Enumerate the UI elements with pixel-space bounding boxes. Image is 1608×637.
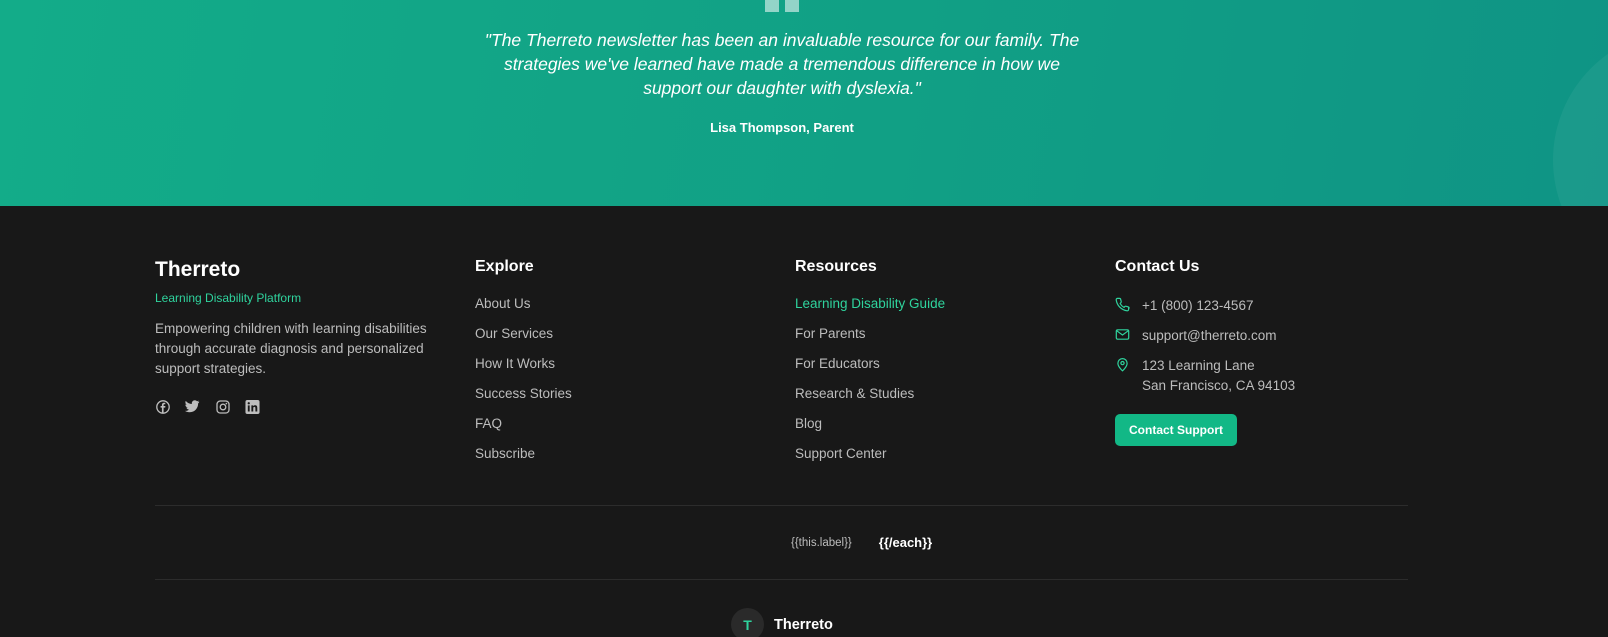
- site-footer: Therreto Learning Disability Platform Em…: [0, 206, 1608, 637]
- footer-divider-bottom: [155, 579, 1408, 580]
- contact-email-row: support@therreto.com: [1115, 326, 1295, 356]
- footer-bottom-brand[interactable]: T Therreto: [731, 608, 833, 637]
- phone-icon: [1115, 297, 1131, 313]
- contact-heading: Contact Us: [1115, 258, 1200, 275]
- testimonial-author: Lisa Thompson, Parent: [710, 120, 854, 135]
- footer-link-about-us[interactable]: About Us: [475, 296, 572, 326]
- testimonial-quote: "The Therreto newsletter has been an inv…: [484, 30, 1080, 98]
- footer-brand-tagline: Learning Disability Platform: [155, 291, 302, 305]
- footer-link-research-studies[interactable]: Research & Studies: [795, 386, 945, 416]
- footer-link-learning-disability-guide[interactable]: Learning Disability Guide: [795, 296, 945, 326]
- footer-contact-column: Contact Us +1 (800) 123-4567 support@the…: [1115, 258, 1295, 446]
- instagram-icon[interactable]: [215, 399, 230, 414]
- twitter-icon[interactable]: [185, 399, 200, 414]
- resources-heading: Resources: [795, 258, 877, 275]
- bottom-nav-item[interactable]: {{this.label}}: [791, 537, 852, 549]
- contact-address-row: 123 Learning Lane San Francisco, CA 9410…: [1115, 356, 1295, 406]
- mail-icon: [1115, 327, 1131, 343]
- footer-link-success-stories[interactable]: Success Stories: [475, 386, 572, 416]
- footer-brand-column: Therreto Learning Disability Platform Em…: [155, 258, 440, 414]
- contact-support-button[interactable]: Contact Support: [1115, 414, 1237, 446]
- footer-link-how-it-works[interactable]: How It Works: [475, 356, 572, 386]
- address-line-1: 123 Learning Lane: [1142, 358, 1255, 373]
- footer-link-support-center[interactable]: Support Center: [795, 446, 945, 476]
- contact-address: 123 Learning Lane San Francisco, CA 9410…: [1142, 356, 1295, 396]
- footer-bottom-nav: {{this.label}} {{/each}}: [791, 535, 932, 550]
- footer-link-faq[interactable]: FAQ: [475, 416, 572, 446]
- quote-icon: [765, 0, 799, 12]
- footer-link-blog[interactable]: Blog: [795, 416, 945, 446]
- footer-link-for-educators[interactable]: For Educators: [795, 356, 945, 386]
- footer-brand-description: Empowering children with learning disabi…: [155, 321, 427, 376]
- testimonial-section: "The Therreto newsletter has been an inv…: [0, 0, 1608, 206]
- bottom-nav-template-close: {{/each}}: [878, 535, 933, 550]
- linkedin-icon[interactable]: [245, 399, 260, 414]
- resources-links: Learning Disability Guide For Parents Fo…: [795, 296, 945, 476]
- address-line-2: San Francisco, CA 94103: [1142, 378, 1296, 393]
- footer-link-for-parents[interactable]: For Parents: [795, 326, 945, 356]
- facebook-icon[interactable]: [155, 399, 170, 414]
- brand-logo: T: [731, 608, 764, 637]
- map-pin-icon: [1115, 357, 1131, 373]
- social-links: [155, 399, 440, 414]
- explore-links: About Us Our Services How It Works Succe…: [475, 296, 572, 476]
- contact-phone[interactable]: +1 (800) 123-4567: [1142, 296, 1253, 316]
- explore-heading: Explore: [475, 258, 534, 275]
- footer-explore-column: Explore About Us Our Services How It Wor…: [475, 258, 572, 476]
- contact-email[interactable]: support@therreto.com: [1142, 326, 1277, 346]
- footer-link-our-services[interactable]: Our Services: [475, 326, 572, 356]
- footer-resources-column: Resources Learning Disability Guide For …: [795, 258, 945, 476]
- contact-phone-row: +1 (800) 123-4567: [1115, 296, 1295, 326]
- footer-divider-top: [155, 505, 1408, 506]
- footer-link-subscribe[interactable]: Subscribe: [475, 446, 572, 476]
- footer-brand-name: Therreto: [155, 258, 241, 281]
- bottom-brand-name: Therreto: [774, 616, 833, 633]
- contact-list: +1 (800) 123-4567 support@therreto.com 1…: [1115, 296, 1295, 406]
- decorative-circle: [1553, 30, 1608, 206]
